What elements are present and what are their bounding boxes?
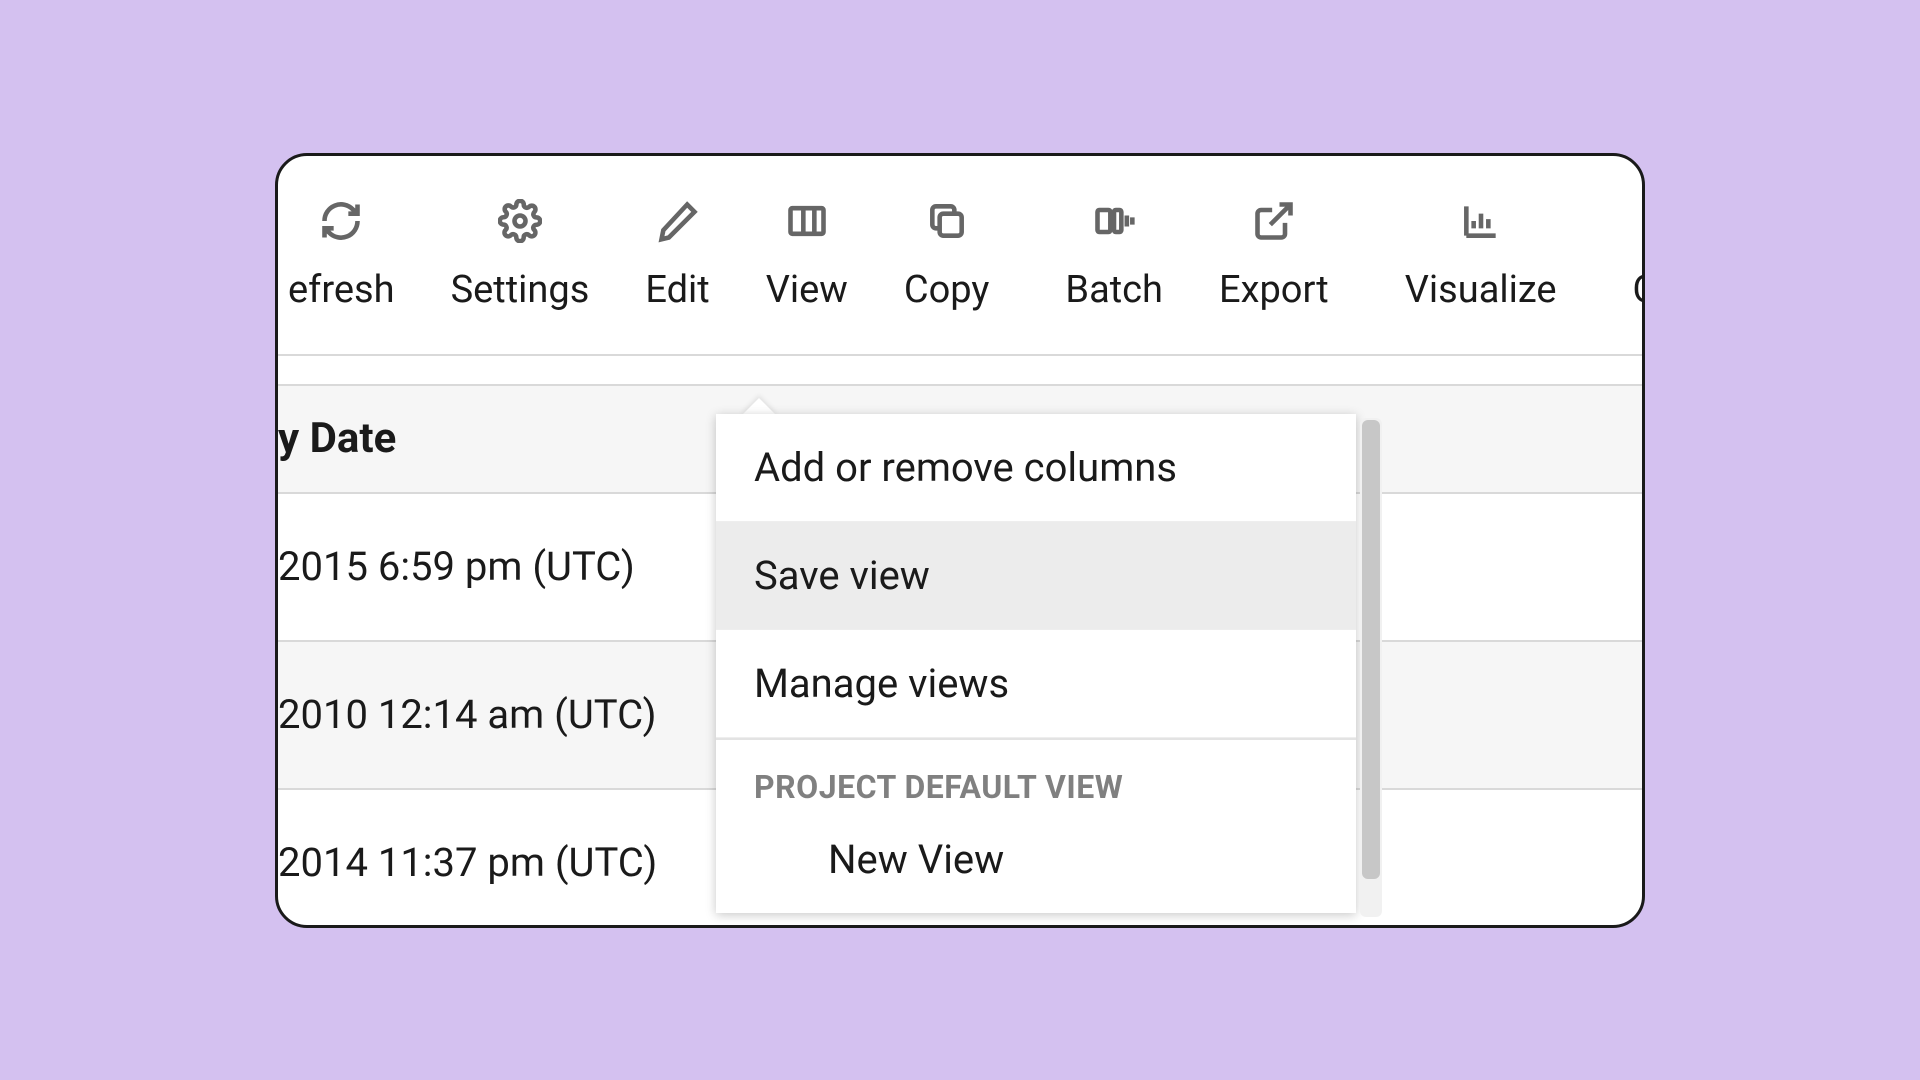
view-dropdown: Add or remove columns Save view Manage v… [716,414,1356,913]
settings-button[interactable]: Settings [423,156,618,354]
menu-item-label: Manage views [754,660,1009,707]
gear-icon [497,198,543,244]
visualize-button[interactable]: Visualize [1377,156,1585,354]
menu-view-item[interactable]: New View [716,818,1356,913]
cell-date: 2015 6:59 pm (UTC) [278,543,635,590]
view-button[interactable]: View [738,156,876,354]
section-label: PROJECT DEFAULT VIEW [754,768,1123,806]
quick-label: Qui [1633,268,1645,312]
pencil-icon [655,198,701,244]
toolbar: efresh Settings Edit View Copy [278,156,1642,356]
dropdown-section-header: PROJECT DEFAULT VIEW [716,738,1356,818]
view-label: View [766,268,848,312]
copy-button[interactable]: Copy [876,156,1018,354]
refresh-button[interactable]: efresh [278,156,423,354]
app-window: efresh Settings Edit View Copy [275,153,1645,928]
menu-manage-views[interactable]: Manage views [716,630,1356,738]
edit-label: Edit [645,268,709,312]
columns-icon [784,198,830,244]
chart-icon [1458,198,1504,244]
column-header-label: y Date [278,414,396,463]
edit-button[interactable]: Edit [617,156,737,354]
content-area: y Date 2015 6:59 pm (UTC) 2010 12:14 am … [278,384,1642,928]
export-button[interactable]: Export [1191,156,1357,354]
export-label: Export [1219,268,1329,312]
dropdown-scrollbar[interactable] [1360,418,1382,917]
batch-button[interactable]: Batch [1037,156,1191,354]
batch-label: Batch [1065,268,1163,312]
export-icon [1251,198,1297,244]
copy-icon [924,198,970,244]
visualize-label: Visualize [1405,268,1557,312]
dropdown-panel: Add or remove columns Save view Manage v… [716,414,1356,913]
refresh-icon [318,198,364,244]
copy-label: Copy [904,268,990,312]
cell-date: 2014 11:37 pm (UTC) [278,839,657,886]
menu-item-label: Add or remove columns [754,444,1177,491]
menu-add-remove-columns[interactable]: Add or remove columns [716,414,1356,522]
menu-save-view[interactable]: Save view [716,522,1356,630]
refresh-label: efresh [288,268,395,312]
quick-button[interactable]: Qui [1605,156,1645,354]
settings-label: Settings [451,268,590,312]
scrollbar-thumb[interactable] [1362,420,1380,879]
menu-item-label: Save view [754,552,930,599]
cell-date: 2010 12:14 am (UTC) [278,691,657,738]
view-name-label: New View [828,836,1004,883]
batch-icon [1091,198,1137,244]
